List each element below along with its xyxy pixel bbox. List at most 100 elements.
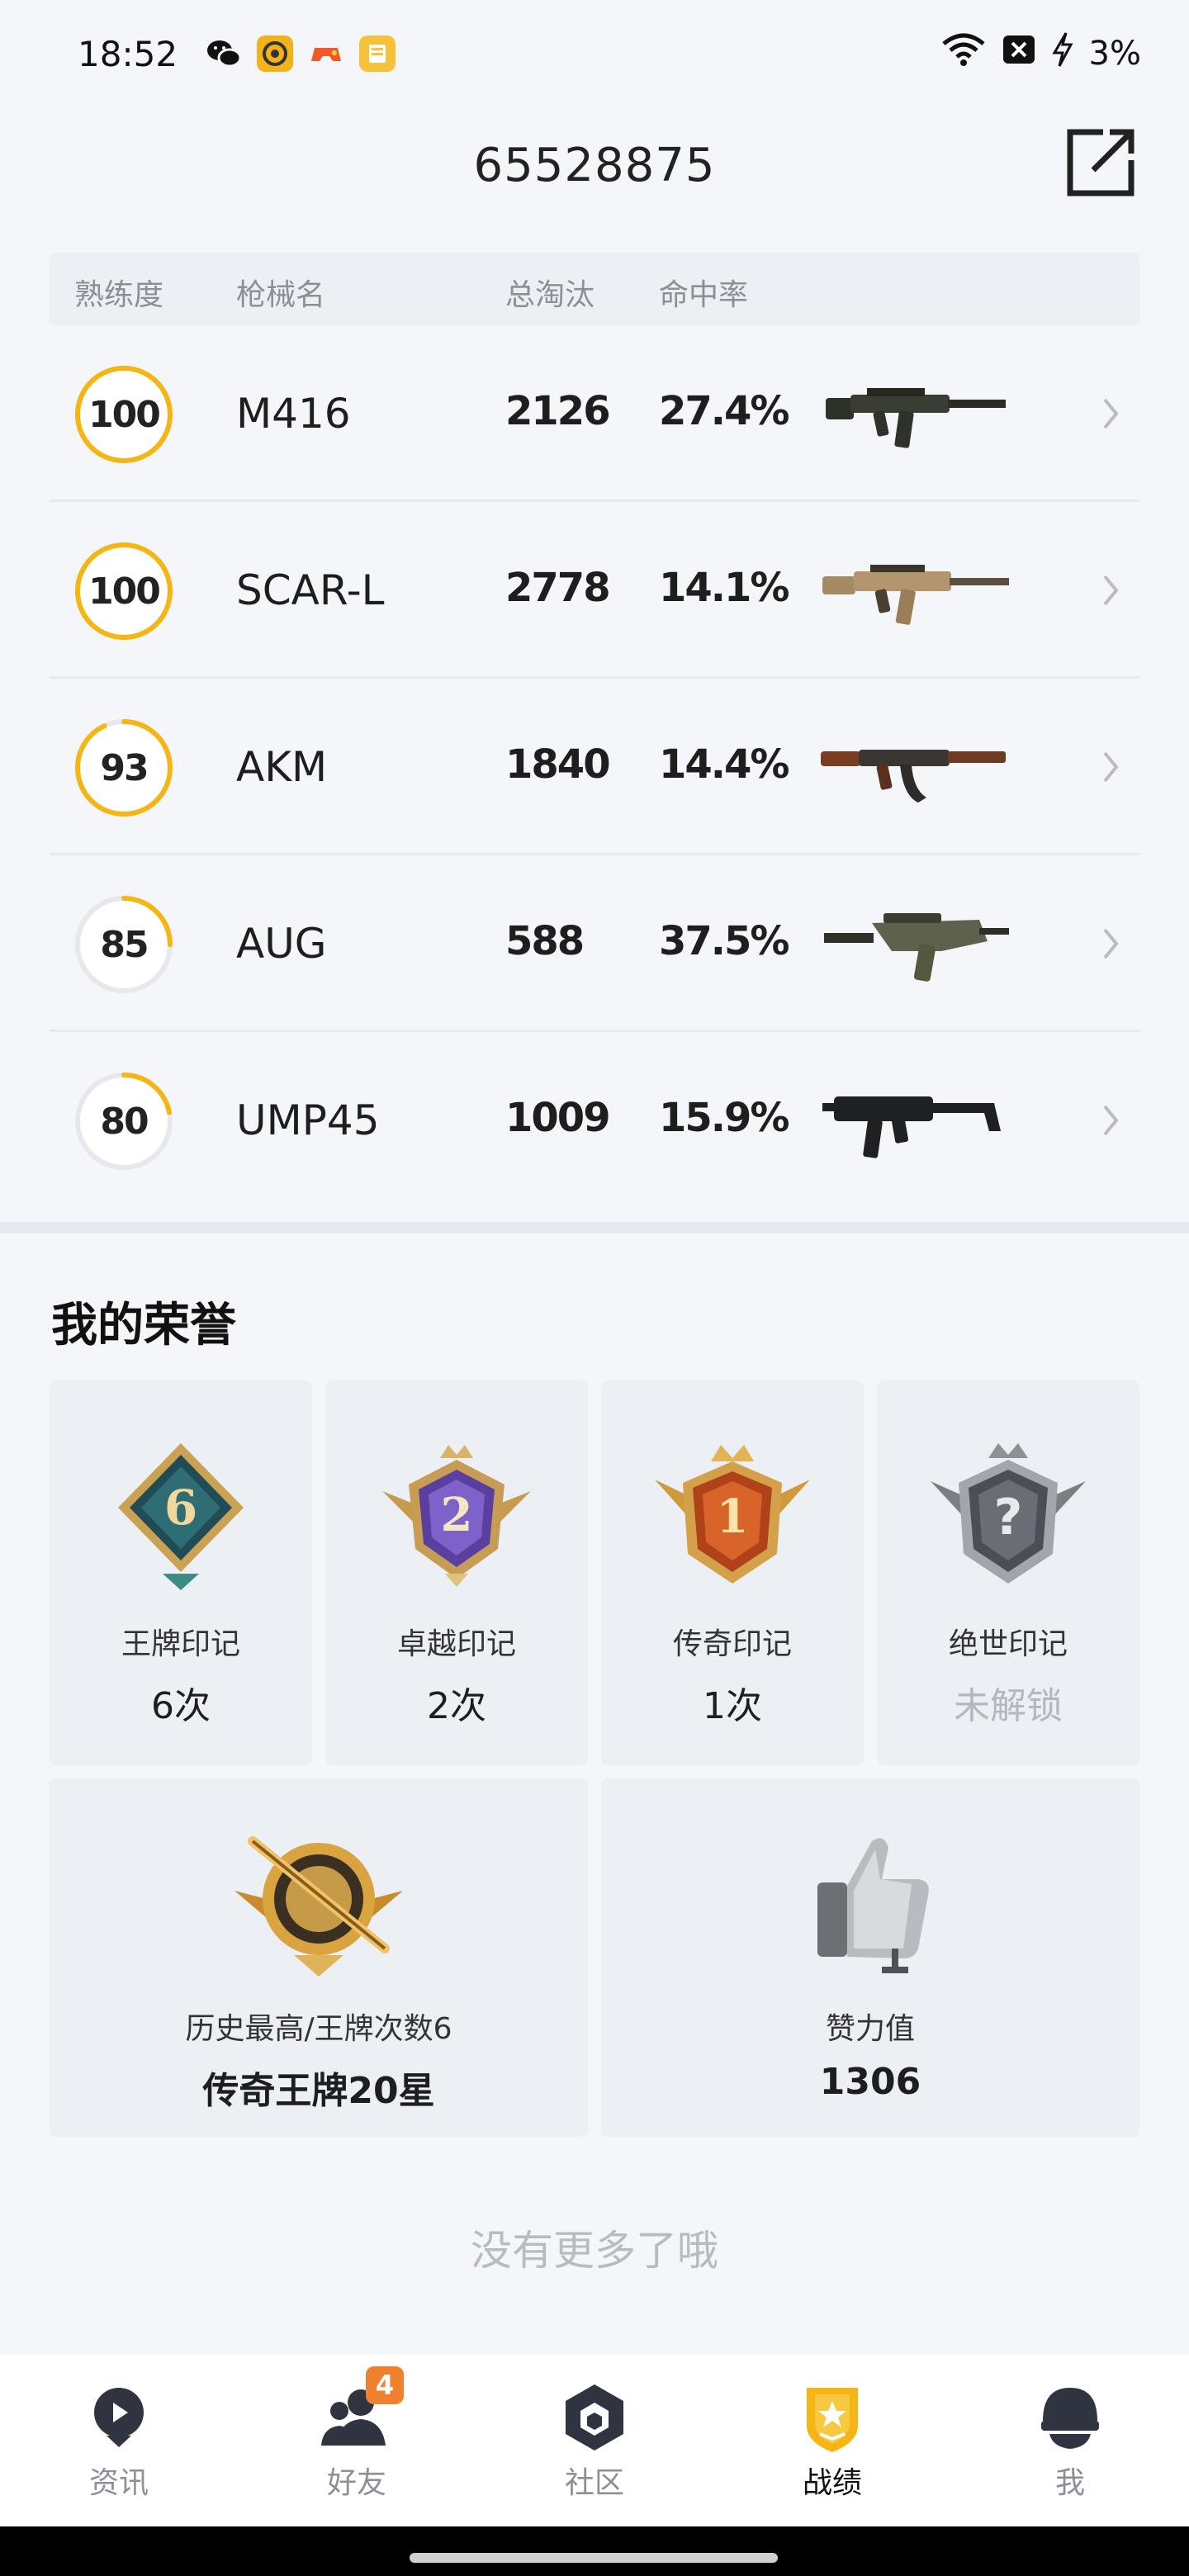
weapon-hit-rate: 14.1%	[659, 565, 790, 611]
weapon-list: 100 M416 2126 27.4% 100 SCAR-L 2778 14.1…	[50, 325, 1139, 1209]
proficiency-value: 100	[88, 393, 161, 436]
tab-me[interactable]: 我	[951, 2355, 1189, 2526]
tab-label: 好友	[326, 2466, 386, 2500]
proficiency-value: 93	[100, 746, 149, 789]
tab-news[interactable]: 资讯	[0, 2355, 238, 2526]
honor-card-ace[interactable]: 6 王牌印记 6次	[50, 1380, 312, 1765]
proficiency-value: 85	[100, 923, 149, 966]
honor-label: 卓越印记	[396, 1627, 516, 1661]
weapon-hit-rate: 37.5%	[659, 918, 790, 964]
weapon-name: SCAR-L	[236, 566, 385, 614]
proficiency-value: 80	[100, 1100, 149, 1143]
honor-value: 1306	[819, 2061, 921, 2103]
weapon-eliminations: 2778	[505, 565, 611, 611]
external-link-icon[interactable]	[1063, 125, 1138, 200]
chevron-right-icon	[1103, 1105, 1119, 1136]
weapon-row-scar-l[interactable]: 100 SCAR-L 2778 14.1%	[50, 502, 1139, 679]
weapon-name: M416	[236, 390, 351, 438]
weapon-eliminations: 1840	[505, 741, 611, 788]
honor-value: 1次	[703, 1685, 762, 1727]
wechat-icon	[206, 36, 242, 72]
chevron-right-icon	[1103, 928, 1119, 959]
honor-label: 历史最高/王牌次数6	[185, 2012, 452, 2046]
wifi-icon	[940, 32, 987, 75]
weapon-eliminations: 588	[505, 918, 585, 964]
weapon-name: AKM	[236, 743, 328, 791]
weapon-hit-rate: 27.4%	[659, 388, 790, 434]
aug-rifle-icon	[824, 913, 1009, 982]
weapon-table-header: 熟练度 枪械名 总淘汰 命中率	[50, 253, 1139, 325]
tab-community[interactable]: 社区	[476, 2355, 713, 2526]
honor-label: 传奇印记	[672, 1627, 792, 1661]
community-icon	[566, 2384, 623, 2451]
status-time: 18:52	[78, 33, 178, 74]
honor-card-peerless[interactable]: ? 绝世印记 未解锁	[877, 1380, 1139, 1765]
weapon-name: AUG	[236, 920, 327, 968]
weapon-hit-rate: 15.9%	[659, 1095, 790, 1141]
tab-friends[interactable]: 4 好友	[238, 2355, 476, 2526]
tab-label: 战绩	[802, 2466, 862, 2500]
chevron-right-icon	[1103, 751, 1119, 783]
honors-grid: 6 王牌印记 6次 2 卓越印记 2次 1 传奇印记 1次 ? 绝世印记 未解锁	[50, 1380, 1139, 1765]
ump45-smg-icon	[822, 1096, 1001, 1158]
status-app-icons	[206, 36, 396, 72]
weapon-row-akm[interactable]: 93 AKM 1840 14.4%	[50, 679, 1139, 855]
game-app-icon	[308, 36, 344, 72]
weapon-hit-rate: 14.4%	[659, 741, 790, 788]
honor-label: 赞力值	[825, 2012, 915, 2046]
end-of-list-text: 没有更多了哦	[471, 2227, 718, 2275]
section-divider	[0, 1222, 1189, 1234]
status-indicators: 3%	[940, 31, 1141, 76]
home-gesture-handle[interactable]	[410, 2553, 778, 2563]
no-sim-icon	[1002, 32, 1036, 75]
honor-card-likes[interactable]: 赞力值 1306	[601, 1778, 1139, 2137]
scar-l-rifle-icon	[822, 565, 1009, 625]
honor-card-excellence[interactable]: 2 卓越印记 2次	[325, 1380, 588, 1765]
weapon-row-m416[interactable]: 100 M416 2126 27.4%	[50, 325, 1139, 502]
svg-text:?: ?	[994, 1489, 1023, 1546]
tab-record[interactable]: 战绩	[713, 2355, 951, 2526]
friends-icon-wrap: 4	[320, 2366, 404, 2454]
friends-count-badge: 4	[366, 2366, 404, 2404]
chevron-right-icon	[1103, 398, 1119, 429]
tab-label: 社区	[564, 2466, 624, 2500]
svg-text:6: 6	[164, 1480, 197, 1536]
bottom-nav: 资讯 4 好友 社区 战绩 我	[0, 2355, 1189, 2526]
column-eliminations: 总淘汰	[505, 278, 595, 312]
reader-app-icon	[359, 36, 396, 72]
thumbs-up-icon	[817, 1838, 929, 1973]
news-icon	[94, 2388, 144, 2447]
weapon-row-aug[interactable]: 85 AUG 588 37.5%	[50, 855, 1139, 1032]
legend-mark-badge: 1	[655, 1445, 810, 1584]
honor-value: 6次	[151, 1685, 211, 1727]
charging-icon	[1051, 31, 1074, 76]
tab-label: 我	[1054, 2466, 1085, 2500]
honor-label: 绝世印记	[948, 1627, 1068, 1661]
honor-value: 传奇王牌20星	[202, 2070, 435, 2112]
svg-text:2: 2	[441, 1488, 473, 1542]
page-header: 65528875	[0, 107, 1189, 223]
honor-card-legend[interactable]: 1 传奇印记 1次	[601, 1380, 864, 1765]
column-weapon-name: 枪械名	[236, 278, 326, 312]
record-icon	[807, 2388, 858, 2452]
excellence-mark-badge: 2	[382, 1445, 531, 1587]
music-app-icon	[257, 36, 294, 72]
tab-label: 资讯	[88, 2466, 149, 2500]
honor-value-locked: 未解锁	[954, 1685, 1063, 1727]
chevron-right-icon	[1103, 575, 1119, 606]
svg-text:1: 1	[717, 1489, 749, 1544]
locked-mark-badge: ?	[931, 1443, 1086, 1584]
column-hit-rate: 命中率	[659, 278, 749, 312]
weapon-row-ump45[interactable]: 80 UMP45 1009 15.9%	[50, 1032, 1139, 1209]
profile-icon	[1041, 2388, 1099, 2449]
honor-value: 2次	[427, 1685, 486, 1727]
honor-label: 王牌印记	[121, 1627, 240, 1661]
weapon-name: UMP45	[236, 1096, 380, 1144]
akm-rifle-icon	[821, 750, 1006, 803]
m416-rifle-icon	[826, 388, 1006, 448]
rank-badge	[234, 1836, 403, 1977]
column-proficiency: 熟练度	[74, 278, 164, 312]
honor-card-highest-rank[interactable]: 历史最高/王牌次数6 传奇王牌20星	[50, 1778, 588, 2137]
gesture-bar	[0, 2526, 1189, 2576]
battery-percent: 3%	[1088, 35, 1141, 73]
